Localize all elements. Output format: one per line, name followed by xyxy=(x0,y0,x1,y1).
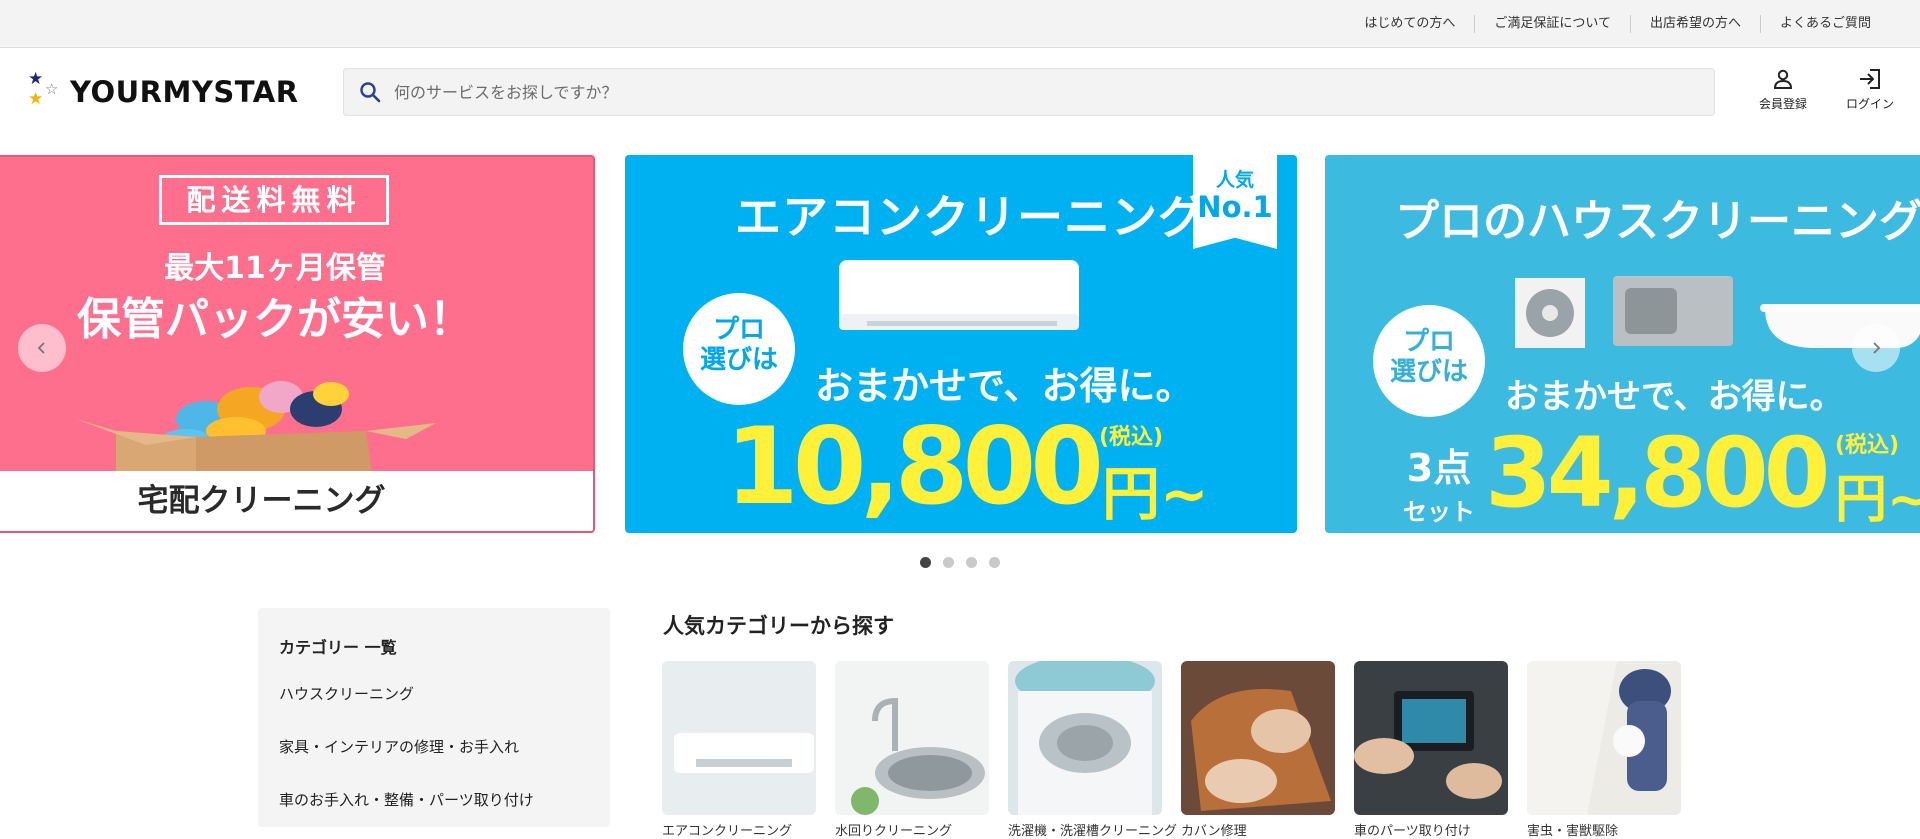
pro-choice-bubble: プロ 選びは xyxy=(1373,305,1485,417)
category-item-car-care[interactable]: 車のお手入れ・整備・パーツ取り付け xyxy=(279,789,534,810)
site-logo[interactable]: ★ ☆ ★ YOURMYSTAR xyxy=(28,71,299,113)
tile-aircon[interactable] xyxy=(662,661,816,815)
link-vendor-signup[interactable]: 出店希望の方へ xyxy=(1629,15,1760,33)
slide-subtitle: 最大11ヶ月保管 xyxy=(164,251,386,286)
air-conditioner-image xyxy=(839,260,1079,330)
price-value: 10,800 xyxy=(725,405,1104,528)
bubble-text: プロ 選びは xyxy=(1389,327,1468,387)
top-links: はじめての方へ ご満足保証について 出店希望の方へ よくあるご質問 xyxy=(1345,0,1890,48)
tile-bag-repair[interactable] xyxy=(1181,661,1335,815)
slide-title: エアコンクリーニング xyxy=(735,190,1205,244)
carousel-dots xyxy=(0,557,1920,573)
popularity-ribbon: 人気 No.1 xyxy=(1193,155,1277,249)
aircon-photo xyxy=(662,661,816,815)
bubble-text: プロ 選びは xyxy=(699,315,778,375)
carousel-dot[interactable] xyxy=(966,557,977,568)
link-faq[interactable]: よくあるご質問 xyxy=(1759,15,1890,33)
register-label: 会員登録 xyxy=(1758,97,1807,111)
search-bar[interactable] xyxy=(343,68,1715,116)
free-shipping-badge: 配送料無料 xyxy=(159,175,389,225)
logo-text: YOURMYSTAR xyxy=(70,75,299,109)
tile-label: 害虫・害獣駆除 xyxy=(1527,824,1619,839)
tile-kitchen[interactable] xyxy=(835,661,989,815)
price-value: 34,800 xyxy=(1485,417,1830,529)
carousel-next-button[interactable] xyxy=(1852,324,1900,372)
carousel-dot[interactable] xyxy=(920,557,931,568)
ribbon-top: 人気 xyxy=(1215,169,1254,191)
login-icon xyxy=(1860,69,1880,89)
sink-photo xyxy=(835,661,989,815)
tile-label: 洗濯機・洗濯槽クリーニング xyxy=(1008,824,1178,839)
link-first-time[interactable]: はじめての方へ xyxy=(1345,15,1474,33)
chevron-left-icon xyxy=(37,342,45,354)
tile-pest-control[interactable] xyxy=(1527,661,1681,815)
tile-label: カバン修理 xyxy=(1181,824,1247,839)
tile-label: 車のパーツ取り付け xyxy=(1354,824,1471,839)
link-satisfaction-guarantee[interactable]: ご満足保証について xyxy=(1474,15,1630,33)
set-label: 3点 セット xyxy=(1403,437,1475,527)
slide-headline: 保管パックが安い！ xyxy=(77,294,473,345)
category-list-title: カテゴリー 一覧 xyxy=(279,638,397,657)
login-label: ログイン xyxy=(1845,97,1894,111)
category-item-furniture-repair[interactable]: 家具・インテリアの修理・お手入れ xyxy=(279,736,519,757)
ribbon-bottom: No.1 xyxy=(1197,190,1273,224)
washer-photo xyxy=(1008,661,1162,815)
top-utility-bar: はじめての方へ ご満足保証について 出店希望の方へ よくあるご質問 xyxy=(0,0,1920,48)
carousel-prev-button[interactable] xyxy=(18,324,66,372)
slide-catchphrase: おまかせで、お得に。 xyxy=(815,364,1194,408)
slide-catchphrase: おまかせで、お得に。 xyxy=(1505,377,1844,417)
carousel-dot[interactable] xyxy=(943,557,954,568)
category-list-panel: カテゴリー 一覧 ハウスクリーニング 家具・インテリアの修理・お手入れ 車のお手… xyxy=(258,608,610,827)
logo-stars-icon: ★ ☆ ★ xyxy=(28,69,59,109)
slide-storage-cleaning[interactable]: 配送料無料 最大11ヶ月保管 保管パックが安い！ 宅配クリーニング xyxy=(0,155,595,533)
tile-car-parts[interactable] xyxy=(1354,661,1508,815)
search-input[interactable] xyxy=(394,82,1694,102)
user-icon xyxy=(1773,69,1793,89)
set-count: 3点 xyxy=(1406,446,1472,490)
hero-carousel: 配送料無料 最大11ヶ月保管 保管パックが安い！ 宅配クリーニング エアコンクリ… xyxy=(0,155,1920,535)
tile-label: 水回りクリーニング xyxy=(835,824,953,839)
pro-choice-bubble: プロ 選びは xyxy=(683,293,795,405)
price-unit: 円~ xyxy=(1835,470,1920,530)
price-unit: 円~ xyxy=(1102,460,1209,528)
login-button[interactable]: ログイン xyxy=(1834,67,1906,112)
slide-house-cleaning[interactable]: プロのハウスクリーニング プロ 選びは おまかせで、お得に。 3点 セット (税… xyxy=(1325,155,1920,533)
tax-label: (税込) xyxy=(1835,433,1900,458)
tile-label: エアコンクリーニング xyxy=(662,824,793,839)
slide-footer-label: 宅配クリーニング xyxy=(0,471,593,531)
bag-photo xyxy=(1181,661,1335,815)
register-button[interactable]: 会員登録 xyxy=(1747,67,1819,112)
slide-aircon-cleaning[interactable]: エアコンクリーニング 人気 No.1 プロ 選びは おまかせで、お得に。 (税込… xyxy=(625,155,1297,533)
popular-categories-title: 人気カテゴリーから探す xyxy=(663,614,894,638)
carousel-dot[interactable] xyxy=(989,557,1000,568)
category-item-house-cleaning[interactable]: ハウスクリーニング xyxy=(279,683,414,704)
chevron-right-icon xyxy=(1873,342,1881,354)
site-header: ★ ☆ ★ YOURMYSTAR 会員登録 ログイン xyxy=(0,49,1920,135)
search-icon[interactable] xyxy=(358,80,382,104)
slide-title: プロのハウスクリーニング xyxy=(1395,196,1920,247)
set-word: セット xyxy=(1403,498,1475,526)
car-dashboard-photo xyxy=(1354,661,1508,815)
pest-control-photo xyxy=(1527,661,1681,815)
tile-washing-machine[interactable] xyxy=(1008,661,1162,815)
